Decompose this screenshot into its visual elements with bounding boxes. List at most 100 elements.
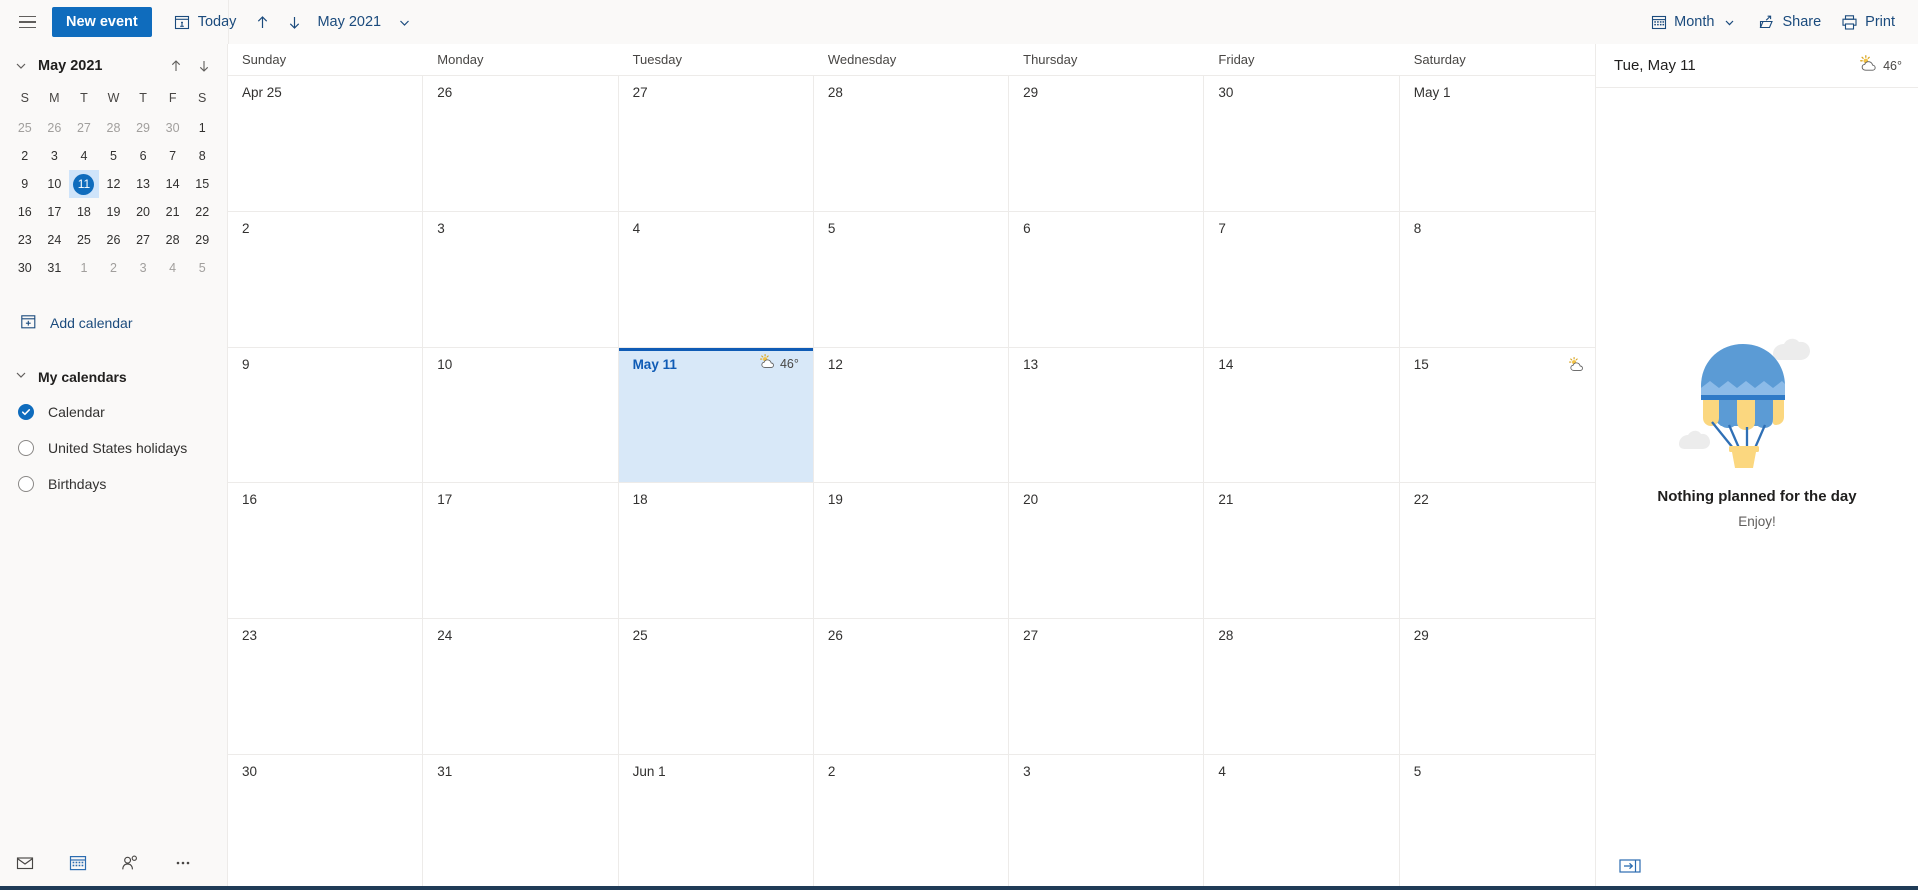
hamburger-icon[interactable] [9, 4, 45, 40]
my-calendars-section-header[interactable]: My calendars [0, 360, 227, 394]
share-button[interactable]: Share [1749, 5, 1830, 39]
calendar-day-cell[interactable]: 31 [423, 755, 618, 890]
calendar-day-cell[interactable]: 14 [1204, 348, 1399, 483]
mini-calendar-day[interactable]: 17 [40, 198, 70, 226]
mini-calendar-day[interactable]: 5 [99, 142, 129, 170]
next-period-button[interactable] [279, 6, 309, 38]
calendar-day-cell[interactable]: 28 [1204, 619, 1399, 754]
mini-calendar-day[interactable]: 1 [187, 114, 217, 142]
calendar-day-cell[interactable]: 8 [1400, 212, 1595, 347]
mini-calendar-day[interactable]: 2 [10, 142, 40, 170]
calendar-day-cell[interactable]: 30 [1204, 76, 1399, 211]
calendar-day-cell[interactable]: 23 [228, 619, 423, 754]
calendar-day-cell[interactable]: 12 [814, 348, 1009, 483]
mini-calendar-day[interactable]: 20 [128, 198, 158, 226]
mini-calendar-day[interactable]: 26 [40, 114, 70, 142]
mini-calendar-day[interactable]: 13 [128, 170, 158, 198]
mini-calendar-day[interactable]: 6 [128, 142, 158, 170]
print-button[interactable]: Print [1832, 5, 1904, 39]
mini-calendar-day[interactable]: 3 [40, 142, 70, 170]
mini-calendar-day-selected[interactable]: 11 [69, 170, 99, 198]
mail-icon[interactable] [8, 841, 42, 885]
calendar-day-cell[interactable]: 5 [814, 212, 1009, 347]
mini-calendar-day[interactable]: 10 [40, 170, 70, 198]
calendar-day-cell[interactable]: 29 [1009, 76, 1204, 211]
calendar-day-cell[interactable]: 27 [619, 76, 814, 211]
calendar-day-cell[interactable]: 4 [1204, 755, 1399, 890]
calendar-day-cell[interactable]: 21 [1204, 483, 1399, 618]
mini-calendar-day[interactable]: 9 [10, 170, 40, 198]
mini-calendar-day[interactable]: 29 [128, 114, 158, 142]
mini-calendar-day[interactable]: 4 [158, 254, 188, 282]
calendar-day-cell[interactable]: 17 [423, 483, 618, 618]
mini-calendar-day[interactable]: 24 [40, 226, 70, 254]
calendar-day-cell[interactable]: 26 [423, 76, 618, 211]
mini-calendar-day[interactable]: 23 [10, 226, 40, 254]
calendar-day-cell[interactable]: 16 [228, 483, 423, 618]
mini-calendar-day[interactable]: 26 [99, 226, 129, 254]
new-event-button[interactable]: New event [52, 7, 152, 37]
mini-calendar-prev-button[interactable] [163, 53, 189, 79]
calendar-day-cell[interactable]: 26 [814, 619, 1009, 754]
calendar-icon[interactable] [61, 841, 95, 885]
mini-calendar-day[interactable]: 28 [158, 226, 188, 254]
previous-period-button[interactable] [247, 6, 277, 38]
calendar-day-cell[interactable]: 20 [1009, 483, 1204, 618]
mini-calendar-day[interactable]: 19 [99, 198, 129, 226]
mini-calendar-day[interactable]: 5 [187, 254, 217, 282]
people-icon[interactable] [114, 841, 148, 885]
calendar-day-cell[interactable]: 25 [619, 619, 814, 754]
mini-calendar-day[interactable]: 29 [187, 226, 217, 254]
mini-calendar-day[interactable]: 22 [187, 198, 217, 226]
calendar-day-cell[interactable]: 30 [228, 755, 423, 890]
calendar-day-cell[interactable]: 9 [228, 348, 423, 483]
calendar-list-item[interactable]: United States holidays [0, 430, 227, 466]
view-switcher-button[interactable]: Month [1641, 5, 1747, 39]
mini-calendar-day[interactable]: 30 [158, 114, 188, 142]
mini-calendar-day[interactable]: 25 [69, 226, 99, 254]
mini-calendar-day[interactable]: 12 [99, 170, 129, 198]
calendar-day-cell[interactable]: Apr 25 [228, 76, 423, 211]
mini-calendar-day[interactable]: 21 [158, 198, 188, 226]
calendar-day-cell[interactable]: 2 [228, 212, 423, 347]
calendar-list-item[interactable]: Calendar [0, 394, 227, 430]
calendar-day-cell[interactable]: 13 [1009, 348, 1204, 483]
calendar-day-cell[interactable]: 24 [423, 619, 618, 754]
current-month-label[interactable]: May 2021 [311, 14, 387, 30]
calendar-day-cell[interactable]: 4 [619, 212, 814, 347]
checkbox-unchecked-icon[interactable] [18, 476, 34, 492]
chevron-down-icon[interactable] [10, 55, 32, 77]
add-calendar-button[interactable]: Add calendar [0, 304, 227, 342]
calendar-day-cell[interactable]: 29 [1400, 619, 1595, 754]
calendar-day-cell[interactable]: 2 [814, 755, 1009, 890]
today-button[interactable]: Today [165, 5, 246, 39]
mini-calendar-day[interactable]: 28 [99, 114, 129, 142]
mini-calendar-day[interactable]: 4 [69, 142, 99, 170]
mini-calendar-day[interactable]: 8 [187, 142, 217, 170]
calendar-day-cell[interactable]: 22 [1400, 483, 1595, 618]
mini-calendar-day[interactable]: 27 [69, 114, 99, 142]
expand-panel-icon[interactable] [1616, 855, 1644, 877]
calendar-day-cell[interactable]: 5 [1400, 755, 1595, 890]
calendar-day-cell-selected[interactable]: May 1146° [619, 348, 814, 483]
mini-calendar-day[interactable]: 31 [40, 254, 70, 282]
calendar-day-cell[interactable]: 6 [1009, 212, 1204, 347]
mini-calendar-day[interactable]: 7 [158, 142, 188, 170]
chevron-down-icon[interactable] [389, 6, 419, 38]
calendar-day-cell[interactable]: 7 [1204, 212, 1399, 347]
calendar-day-cell[interactable]: 3 [1009, 755, 1204, 890]
checkbox-checked-icon[interactable] [18, 404, 34, 420]
calendar-day-cell[interactable]: 28 [814, 76, 1009, 211]
calendar-day-cell[interactable]: 19 [814, 483, 1009, 618]
mini-calendar-day[interactable]: 14 [158, 170, 188, 198]
calendar-day-cell[interactable]: 18 [619, 483, 814, 618]
mini-calendar-day[interactable]: 18 [69, 198, 99, 226]
mini-calendar-day[interactable]: 3 [128, 254, 158, 282]
calendar-day-cell[interactable]: 15 [1400, 348, 1595, 483]
checkbox-unchecked-icon[interactable] [18, 440, 34, 456]
calendar-day-cell[interactable]: 27 [1009, 619, 1204, 754]
calendar-list-item[interactable]: Birthdays [0, 466, 227, 502]
more-icon[interactable] [166, 841, 200, 885]
mini-calendar-day[interactable]: 2 [99, 254, 129, 282]
calendar-day-cell[interactable]: Jun 1 [619, 755, 814, 890]
